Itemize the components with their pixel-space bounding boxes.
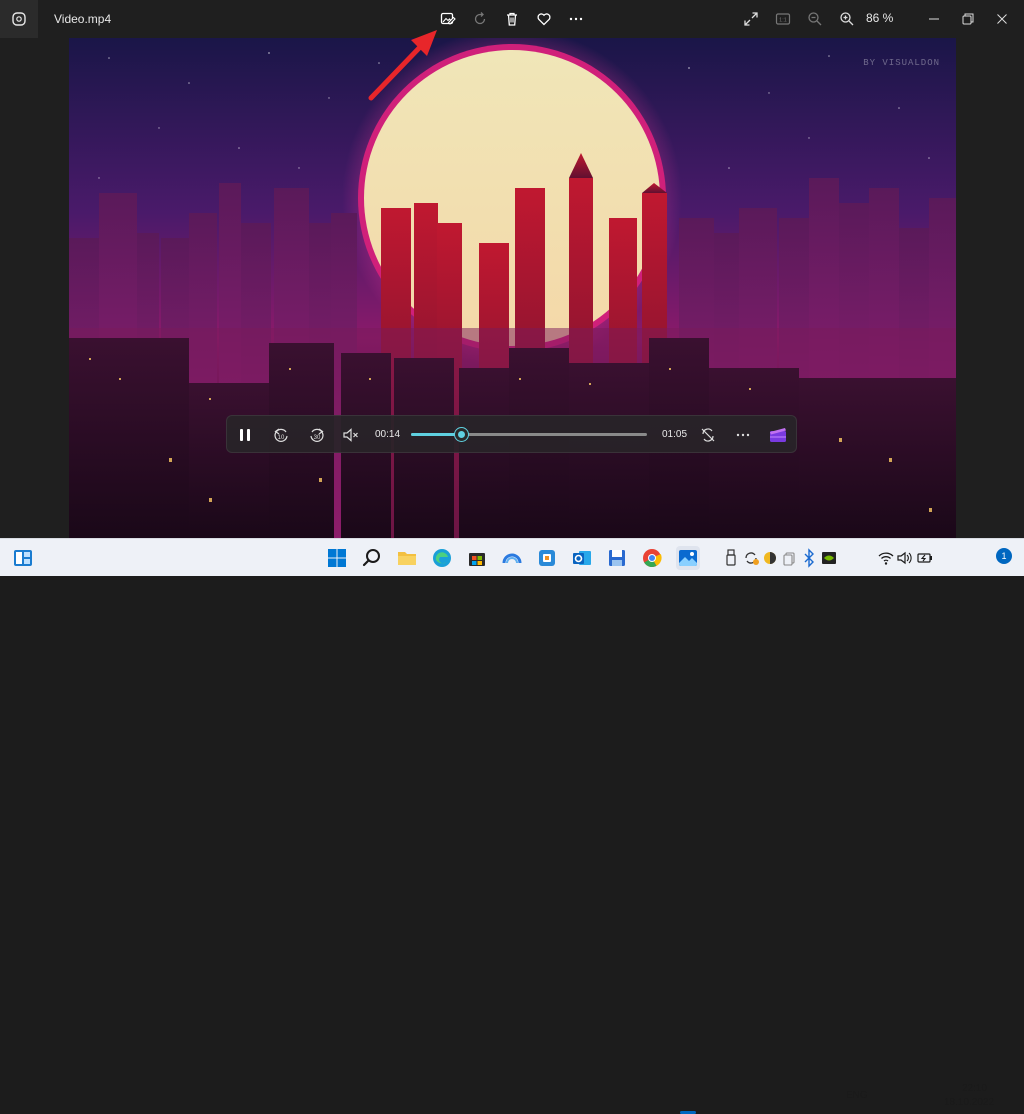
language-indicator[interactable]: ENG xyxy=(846,1090,868,1101)
seek-slider[interactable] xyxy=(411,428,647,441)
video-frame[interactable]: BY VISUALDON xyxy=(69,38,956,538)
file-explorer-icon[interactable] xyxy=(395,546,419,570)
edge-icon[interactable] xyxy=(430,546,454,570)
more-icon[interactable] xyxy=(566,9,586,29)
actual-size-icon[interactable]: 1:1 xyxy=(773,9,793,29)
current-time: 00:14 xyxy=(375,429,401,440)
taskbar: ENG 22:10 18.10.2022 xyxy=(0,538,1024,1114)
nvidia-icon[interactable] xyxy=(821,546,837,570)
battery-icon[interactable] xyxy=(916,546,934,570)
wifi-icon[interactable] xyxy=(878,546,894,570)
skip-forward-label: 30 xyxy=(314,435,321,441)
mute-button[interactable] xyxy=(341,425,361,445)
zoom-out-icon[interactable] xyxy=(805,9,825,29)
rotate-icon[interactable] xyxy=(470,9,490,29)
city-sunset-image xyxy=(69,38,956,538)
skip-back-label: 10 xyxy=(278,435,285,441)
clipchamp-icon[interactable] xyxy=(768,425,788,445)
skip-back-10-button[interactable]: 10 xyxy=(271,425,291,445)
sync-icon[interactable] xyxy=(742,546,760,570)
seek-progress xyxy=(411,433,461,436)
restore-icon[interactable] xyxy=(958,9,978,29)
store-icon[interactable] xyxy=(465,546,489,570)
zoom-in-icon[interactable] xyxy=(837,9,857,29)
title-bar: Video.mp4 1:1 86 % xyxy=(0,0,1024,38)
close-icon[interactable] xyxy=(992,9,1012,29)
annotation-arrow xyxy=(368,30,437,101)
photos-icon[interactable] xyxy=(676,546,700,570)
photos-app-icon[interactable] xyxy=(0,0,38,38)
svg-text:1:1: 1:1 xyxy=(779,18,787,24)
ai-icon[interactable] xyxy=(500,546,524,570)
clock-date[interactable]: 18.10.2022 xyxy=(944,1097,994,1108)
outlook-icon[interactable] xyxy=(570,546,594,570)
minimize-icon[interactable] xyxy=(924,9,944,29)
player-more-icon[interactable] xyxy=(733,425,753,445)
night-light-icon[interactable] xyxy=(762,546,778,570)
pause-button[interactable] xyxy=(235,425,255,445)
image-watermark: BY VISUALDON xyxy=(863,58,940,68)
office-icon[interactable] xyxy=(535,546,559,570)
bluetooth-icon[interactable] xyxy=(801,546,817,570)
notification-badge[interactable]: 1 xyxy=(996,548,1012,564)
favorite-icon[interactable] xyxy=(534,9,554,29)
zoom-level: 86 % xyxy=(866,11,894,25)
delete-icon[interactable] xyxy=(502,9,522,29)
loop-off-button[interactable] xyxy=(698,425,718,445)
skip-forward-30-button[interactable]: 30 xyxy=(307,425,327,445)
start-icon[interactable] xyxy=(325,546,349,570)
fullscreen-icon[interactable] xyxy=(741,9,761,29)
clock-time[interactable]: 22:10 xyxy=(962,1083,987,1094)
duration: 01:05 xyxy=(662,429,688,440)
photos-app-window: Video.mp4 1:1 86 % BY VISUALDON xyxy=(0,0,1024,538)
seek-thumb[interactable] xyxy=(454,428,468,441)
notepad-icon[interactable] xyxy=(605,546,629,570)
copy-icon[interactable] xyxy=(781,546,797,570)
window-title: Video.mp4 xyxy=(54,12,112,26)
widgets-icon[interactable] xyxy=(11,546,35,570)
search-icon[interactable] xyxy=(360,546,384,570)
volume-icon[interactable] xyxy=(897,546,913,570)
usb-icon[interactable] xyxy=(724,546,738,570)
chrome-icon[interactable] xyxy=(640,546,664,570)
